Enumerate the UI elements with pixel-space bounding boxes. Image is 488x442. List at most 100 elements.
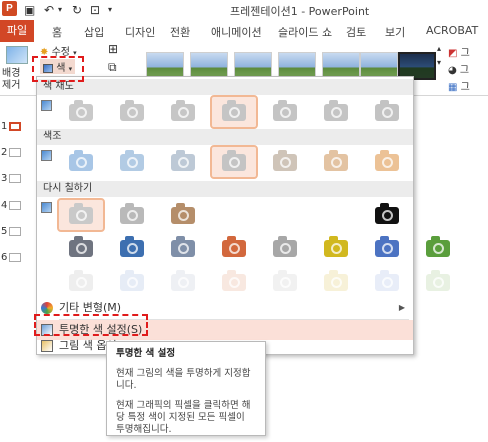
saturation-swatch[interactable] [210, 95, 258, 129]
slide-thumbnail[interactable] [9, 148, 21, 157]
tab-insert[interactable]: 삽입 [84, 24, 104, 40]
recolor-swatch[interactable] [314, 267, 358, 297]
customize-quick-access-icon[interactable]: ▾ [108, 5, 112, 14]
tab-slideshow[interactable]: 슬라이드 쇼 [278, 24, 332, 40]
black-white-swatch[interactable] [365, 200, 409, 230]
picture-layout-label: 그 [460, 82, 470, 93]
tab-transitions[interactable]: 전환 [170, 24, 190, 40]
change-picture-icon[interactable]: ⧉ [108, 60, 117, 75]
recolor-swatch[interactable] [365, 267, 409, 297]
tooltip-paragraph-1: 현재 그림의 색을 투명하게 지정합니다. [116, 368, 251, 391]
recolor-swatch[interactable] [365, 233, 409, 263]
camera-icon [69, 269, 93, 291]
highlight-set-transparent [34, 314, 148, 336]
saturation-swatch[interactable] [110, 97, 154, 127]
submenu-arrow-icon: ▶ [398, 303, 405, 312]
camera-icon [324, 269, 348, 291]
camera-icon [222, 149, 246, 171]
tab-acrobat[interactable]: ACROBAT [426, 24, 478, 37]
slide-thumbnail[interactable] [9, 174, 21, 183]
tone-swatch[interactable] [161, 147, 205, 177]
present-icon[interactable]: ⊡ [90, 3, 100, 17]
slide-thumbnail[interactable] [9, 227, 21, 236]
tone-swatch[interactable] [263, 147, 307, 177]
remove-background-label-2: 제거 [2, 80, 21, 91]
compress-pictures-icon[interactable]: ⊞ [108, 42, 118, 56]
slide-number: 2 [1, 147, 8, 158]
recolor-swatch[interactable] [161, 267, 205, 297]
gallery-up-icon[interactable]: ▴ [437, 44, 441, 53]
picture-border-button[interactable]: ◩ 그 [448, 44, 470, 59]
recolor-swatch[interactable] [110, 267, 154, 297]
recolor-swatch[interactable] [416, 267, 460, 297]
tab-home[interactable]: 홈 [52, 24, 62, 40]
picture-effects-label: 그 [459, 65, 470, 76]
saturation-swatch[interactable] [59, 97, 103, 127]
saturation-swatch[interactable] [263, 97, 307, 127]
recolor-icon [41, 202, 52, 213]
section-recolor: 다시 칠하기 [37, 181, 413, 197]
save-icon[interactable]: ▣ [24, 3, 35, 17]
tone-swatch[interactable] [110, 147, 154, 177]
recolor-swatch[interactable] [161, 200, 205, 230]
tab-design[interactable]: 디자인 [125, 24, 155, 40]
recolor-swatch[interactable] [263, 267, 307, 297]
camera-icon [120, 149, 144, 171]
tone-swatch[interactable] [210, 145, 258, 179]
tab-animations[interactable]: 애니메이션 [211, 24, 262, 40]
powerpoint-logo-icon: P [2, 1, 17, 16]
slide-thumbnail[interactable] [9, 201, 21, 210]
tab-view[interactable]: 보기 [385, 24, 405, 40]
palette-icon [41, 302, 53, 314]
tab-file[interactable]: 파일 [0, 20, 34, 42]
tooltip-title: 투명한 색 설정 [116, 348, 176, 359]
camera-icon [171, 235, 195, 257]
camera-icon [222, 269, 246, 291]
redo-icon[interactable]: ↻ [72, 3, 82, 17]
layout-icon: ▦ [448, 82, 458, 93]
recolor-swatch[interactable] [263, 233, 307, 263]
slide-thumbnail[interactable] [9, 122, 21, 131]
color-options-icon [41, 340, 53, 352]
camera-icon [273, 149, 297, 171]
saturation-swatch[interactable] [314, 97, 358, 127]
camera-icon [273, 235, 297, 257]
slide-thumbnails-pane: 1 2 3 4 5 6 [0, 96, 36, 442]
title-bar: P ▣ ↶ ▾ ↻ ⊡ ▾ 프레젠테이션1 - PowerPoint [0, 0, 488, 20]
camera-icon [375, 269, 399, 291]
recolor-swatch[interactable] [110, 233, 154, 263]
recolor-swatch[interactable] [212, 267, 256, 297]
recolor-swatch[interactable] [59, 233, 103, 263]
picture-effects-button[interactable]: ◕ 그 [448, 61, 469, 76]
recolor-swatch[interactable] [314, 233, 358, 263]
tone-swatch[interactable] [314, 147, 358, 177]
picture-layout-button[interactable]: ▦ 그 [448, 78, 470, 93]
slide-thumbnail[interactable] [9, 253, 21, 262]
slide-number: 5 [1, 226, 8, 237]
camera-icon [324, 149, 348, 171]
tone-icon [41, 150, 52, 161]
recolor-swatch[interactable] [212, 233, 256, 263]
undo-dropdown-icon[interactable]: ▾ [58, 5, 62, 14]
tooltip: 투명한 색 설정 현재 그림의 색을 투명하게 지정합니다. 현재 그래픽의 픽… [106, 341, 266, 436]
recolor-swatch[interactable] [110, 200, 154, 230]
camera-icon [120, 269, 144, 291]
recolor-swatch[interactable] [57, 198, 105, 232]
saturation-swatch[interactable] [365, 97, 409, 127]
undo-icon[interactable]: ↶ [44, 3, 54, 17]
camera-icon [324, 99, 348, 121]
camera-icon [120, 235, 144, 257]
remove-background-button[interactable]: 배경 제거 [2, 68, 20, 92]
camera-icon [426, 269, 450, 291]
camera-icon [171, 149, 195, 171]
recolor-swatch[interactable] [416, 233, 460, 263]
gallery-down-icon[interactable]: ▾ [437, 58, 441, 67]
tab-review[interactable]: 검토 [346, 24, 366, 40]
recolor-swatch[interactable] [59, 267, 103, 297]
tone-swatch[interactable] [365, 147, 409, 177]
saturation-swatch[interactable] [161, 97, 205, 127]
tone-swatch[interactable] [59, 147, 103, 177]
camera-icon [324, 235, 348, 257]
recolor-swatch[interactable] [161, 233, 205, 263]
camera-icon [171, 269, 195, 291]
